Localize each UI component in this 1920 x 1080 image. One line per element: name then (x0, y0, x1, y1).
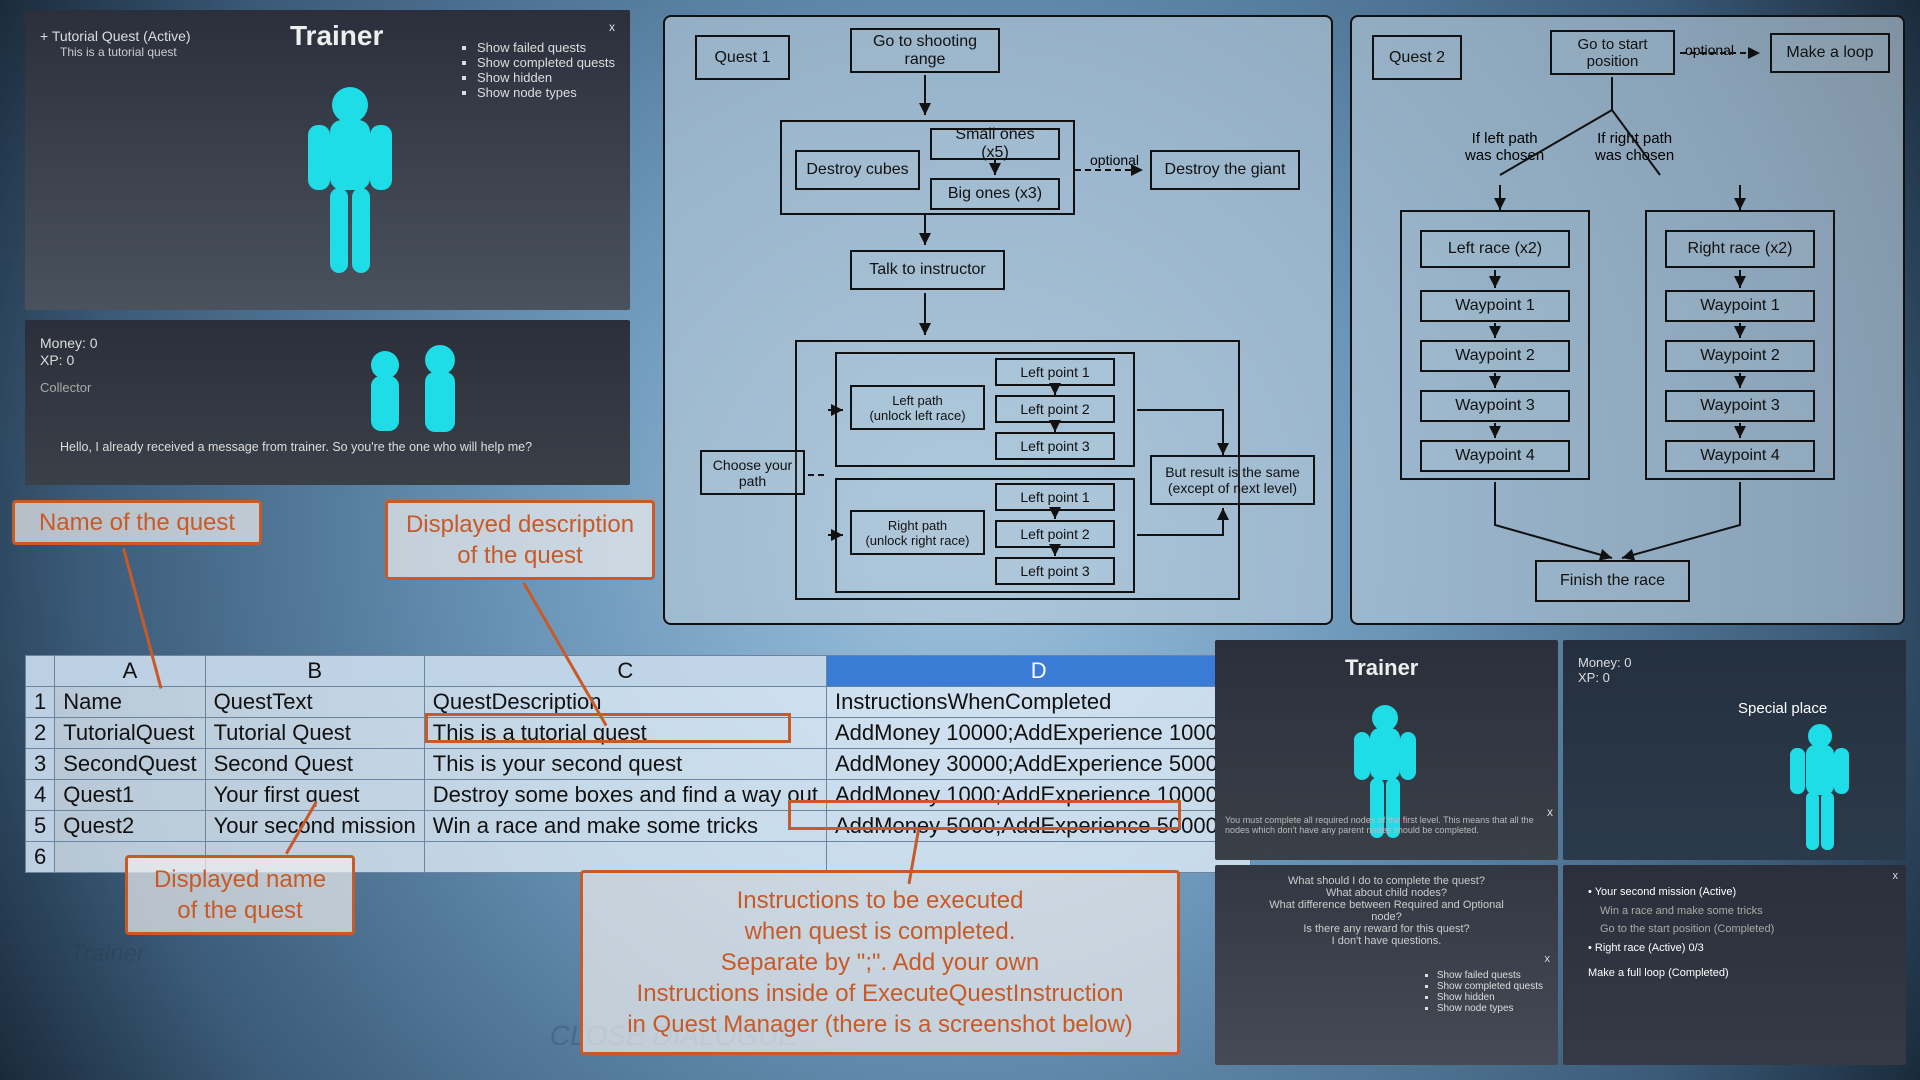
quest-sub-line: This is a tutorial quest (60, 45, 177, 59)
q-line[interactable]: I don't have questions. (1255, 935, 1518, 947)
menu-item[interactable]: Show hidden (1437, 992, 1543, 1003)
menu-item[interactable]: Show node types (477, 85, 615, 100)
money-label: Money: 0 (40, 335, 98, 351)
table-row[interactable]: 2TutorialQuestTutorial QuestThis is a tu… (26, 718, 1251, 749)
collector-label: Collector (40, 380, 91, 395)
game-screenshot-br4: x • Your second mission (Active) Win a r… (1563, 865, 1906, 1065)
q-line[interactable]: What difference between Required and Opt… (1255, 899, 1518, 923)
menu-item[interactable]: Show failed quests (1437, 970, 1543, 981)
flow2-arrows (1350, 15, 1905, 625)
xp-label: XP: 0 (1578, 670, 1610, 685)
info-text: You must complete all required nodes of … (1225, 815, 1548, 835)
money-label: Money: 0 (1578, 655, 1631, 670)
game-screenshot-trainer: Trainer + Tutorial Quest (Active) This i… (25, 10, 630, 310)
quest-line: Make a full loop (Completed) (1588, 964, 1774, 983)
quest-spreadsheet[interactable]: A B C D 1NameQuestTextQuestDescriptionIn… (25, 655, 1251, 873)
menu-item[interactable]: Show completed quests (477, 55, 615, 70)
menu-item[interactable]: Show completed quests (1437, 981, 1543, 992)
mannequin-icon (290, 80, 410, 300)
close-x[interactable]: x (1547, 805, 1553, 819)
annotation-desc: Displayed description of the quest (385, 500, 655, 580)
q-line[interactable]: What about child nodes? (1255, 887, 1518, 899)
close-x[interactable]: x (1545, 953, 1551, 965)
q-line[interactable]: Is there any reward for this quest? (1255, 923, 1518, 935)
annotation-name: Name of the quest (12, 500, 262, 545)
mannequins-icon (345, 340, 495, 485)
annotation-instr: Instructions to be executed when quest i… (580, 870, 1180, 1055)
q-line[interactable]: What should I do to complete the quest? (1255, 875, 1518, 887)
quest-line: Go to the start position (Completed) (1600, 920, 1774, 939)
game-screenshot-br1: Trainer You must complete all required n… (1215, 640, 1558, 860)
table-row[interactable]: 5Quest2Your second missionWin a race and… (26, 811, 1251, 842)
close-x[interactable]: x (609, 20, 615, 34)
menu-item[interactable]: Show hidden (477, 70, 615, 85)
table-row[interactable]: 3SecondQuestSecond QuestThis is your sec… (26, 749, 1251, 780)
table-row[interactable]: 4Quest1Your first questDestroy some boxe… (26, 780, 1251, 811)
trainer-title: Trainer (290, 20, 383, 52)
quest-line: • Right race (Active) 0/3 (1588, 939, 1774, 958)
flow1-arrows (663, 15, 1333, 625)
game-screenshot-br2: Money: 0 XP: 0 Special place (1563, 640, 1906, 860)
quest-line: Win a race and make some tricks (1600, 902, 1774, 921)
game-screenshot-br3: What should I do to complete the quest? … (1215, 865, 1558, 1065)
table-row[interactable]: 1NameQuestTextQuestDescriptionInstructio… (26, 687, 1251, 718)
xp-label: XP: 0 (40, 352, 74, 368)
special-place-label: Special place (1738, 700, 1827, 717)
quest-active-line: + Tutorial Quest (Active) (40, 28, 191, 44)
close-x[interactable]: x (1893, 870, 1899, 882)
menu-item[interactable]: Show failed quests (477, 40, 615, 55)
col-header-row: A B C D (26, 656, 1251, 687)
trainer-title: Trainer (1345, 655, 1418, 681)
annotation-dispname: Displayed name of the quest (125, 855, 355, 935)
game-screenshot-dialogue: Money: 0 XP: 0 Collector Hello, I alread… (25, 320, 630, 485)
menu-item[interactable]: Show node types (1437, 1003, 1543, 1014)
quest-line: • Your second mission (Active) (1588, 883, 1774, 902)
mannequin-icon (1778, 720, 1863, 855)
bg-text: Trainer (68, 940, 148, 968)
